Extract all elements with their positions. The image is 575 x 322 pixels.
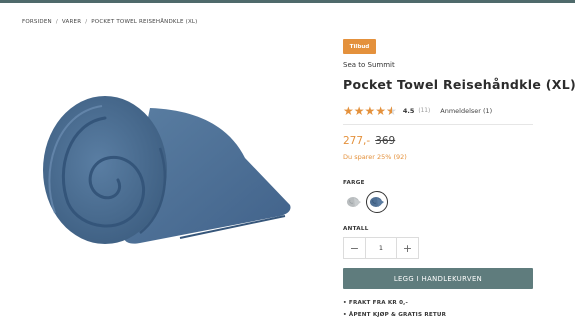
top-accent-bar (0, 0, 575, 3)
savings-text: Du sparer 25% (92) (343, 153, 407, 161)
reviews-link[interactable]: Anmeldelser (1) (440, 107, 492, 115)
divider (343, 124, 533, 125)
rating-row: ★ ★ ★ ★ ★ ★ 4.5 (11) Anmeldelser (1) (343, 105, 492, 117)
color-label: FARGE (343, 180, 365, 186)
price-original: 369 (375, 135, 396, 147)
breadcrumb-separator: / (85, 19, 88, 25)
usp-shipping: • FRAKT FRA KR 0,- (343, 300, 409, 306)
product-title: Pocket Towel Reisehåndkle (XL) (343, 77, 575, 92)
product-brand[interactable]: Sea to Summit (343, 61, 395, 69)
add-to-cart-button[interactable]: LEGG I HANDLEKURVEN (343, 268, 533, 289)
quantity-increase-button[interactable]: + (397, 238, 418, 258)
quantity-stepper: − 1 + (343, 237, 419, 259)
usp-returns: • ÅPENT KJØP & GRATIS RETUR (343, 312, 447, 318)
color-swatch-grey[interactable] (343, 191, 365, 213)
rating-value: 4.5 (402, 107, 415, 115)
quantity-decrease-button[interactable]: − (344, 238, 365, 258)
rating-stars: ★ ★ ★ ★ ★ ★ (343, 105, 397, 117)
price-current: 277,- (343, 135, 371, 147)
towel-blue-icon (370, 197, 384, 207)
sale-badge: Tilbud (343, 39, 376, 54)
breadcrumb-separator: / (55, 19, 58, 25)
star-icon: ★ (353, 104, 365, 118)
towel-grey-icon (347, 197, 361, 207)
quantity-label: ANTALL (343, 226, 369, 232)
rating-count: (11) (418, 108, 431, 114)
price-row: 277,- 369 (343, 135, 395, 147)
breadcrumb-current: POCKET TOWEL REISEHÅNDKLE (XL) (91, 19, 198, 25)
star-icon: ★ (343, 104, 354, 118)
product-image (43, 96, 291, 244)
quantity-input[interactable]: 1 (365, 238, 397, 258)
star-icon: ★ (364, 104, 376, 118)
breadcrumb: FORSIDEN / VARER / POCKET TOWEL REISEHÅN… (22, 19, 198, 25)
star-icon: ★ (375, 104, 387, 118)
breadcrumb-home[interactable]: FORSIDEN (22, 19, 52, 25)
breadcrumb-products[interactable]: VARER (62, 19, 81, 25)
star-half-icon: ★ ★ (386, 104, 397, 118)
color-swatch-blue[interactable] (366, 191, 388, 213)
